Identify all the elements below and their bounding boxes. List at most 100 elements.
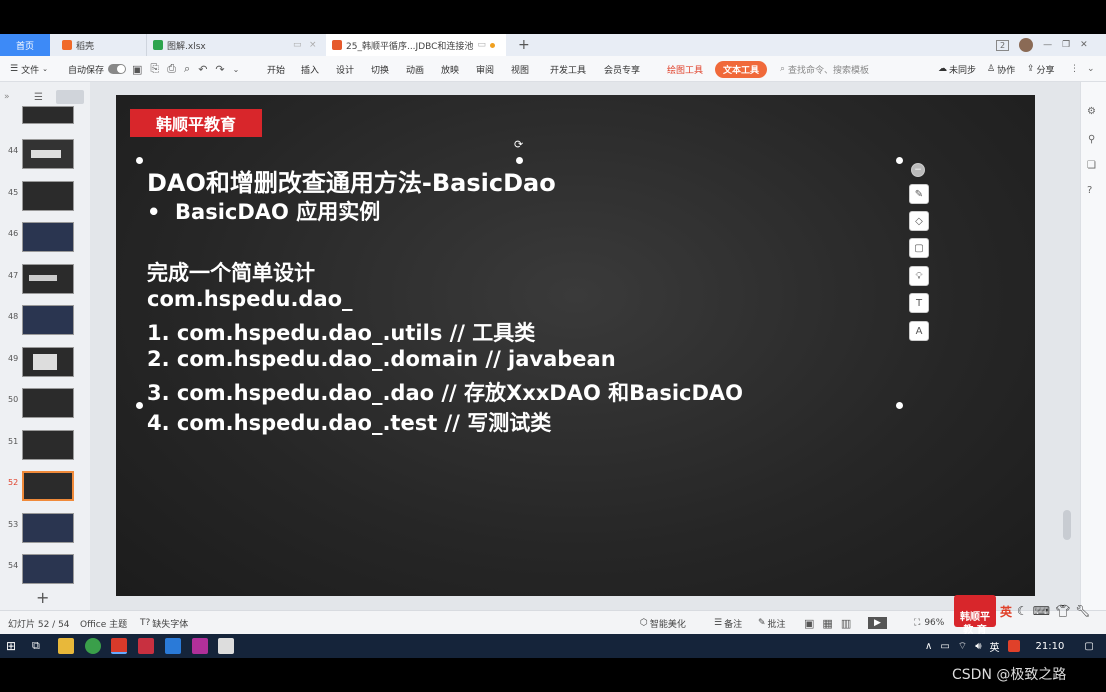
- menu-review[interactable]: 审阅: [476, 56, 494, 82]
- thumbnail-view-icon[interactable]: [56, 90, 84, 104]
- tab-presentation[interactable]: 25_韩顺平循序...JDBC和连接池 ▭: [326, 34, 506, 56]
- resize-handle[interactable]: [136, 402, 143, 409]
- undo-icon[interactable]: ↶: [198, 63, 207, 76]
- theme-name[interactable]: Office 主题: [80, 611, 127, 635]
- ime-indicator[interactable]: 英: [990, 639, 1000, 654]
- new-tab-button[interactable]: +: [512, 34, 530, 56]
- avatar[interactable]: [1019, 38, 1034, 52]
- volume-icon[interactable]: 🔊︎: [975, 641, 981, 652]
- network-icon[interactable]: ▭: [940, 641, 949, 652]
- resize-handle[interactable]: [896, 402, 903, 409]
- share-button[interactable]: ⇪ 分享: [1027, 56, 1055, 82]
- ime-language[interactable]: 英: [1000, 603, 1012, 620]
- menu-design[interactable]: 设计: [336, 56, 354, 82]
- menu-slideshow[interactable]: 放映: [441, 56, 459, 82]
- slide-thumbnail-49[interactable]: [22, 347, 74, 377]
- pin-icon[interactable]: ⚲: [1088, 134, 1095, 145]
- slide-thumbnail-51[interactable]: [22, 430, 74, 460]
- slide-thumbnail-48[interactable]: [22, 305, 74, 335]
- tab-home[interactable]: 首页: [0, 34, 50, 56]
- wps-icon[interactable]: [111, 638, 127, 654]
- close-tab-icon[interactable]: ×: [309, 40, 317, 50]
- chrome-icon[interactable]: [85, 638, 101, 654]
- menu-view[interactable]: 视图: [511, 56, 529, 82]
- missing-font-button[interactable]: T? 缺失字体: [140, 611, 188, 635]
- keyboard-icon[interactable]: ⌨: [1033, 604, 1050, 618]
- notes-button[interactable]: ☰ 备注: [714, 611, 742, 635]
- slide-thumbnail-44[interactable]: [22, 139, 74, 169]
- add-slide-button[interactable]: +: [36, 588, 49, 607]
- print-icon[interactable]: ⎙: [167, 62, 176, 76]
- autosave-toggle[interactable]: 自动保存: [68, 56, 127, 82]
- collapse-float-icon[interactable]: −: [911, 163, 925, 177]
- settings-sliders-icon[interactable]: ⚙: [1087, 106, 1096, 117]
- redo-icon[interactable]: ↷: [215, 63, 224, 76]
- menu-devtools[interactable]: 开发工具: [550, 56, 586, 82]
- slide-thumbnail-53[interactable]: [22, 513, 74, 543]
- wifi-icon[interactable]: ⌔: [958, 640, 967, 653]
- resize-handle[interactable]: [136, 157, 143, 164]
- beautify-button[interactable]: ⬡ 智能美化: [640, 611, 686, 635]
- file-menu[interactable]: ☰ 文件 ⌄: [10, 56, 48, 82]
- file-explorer-icon[interactable]: [58, 638, 74, 654]
- chat-icon[interactable]: ▭: [293, 40, 302, 50]
- slide-thumbnail-46[interactable]: [22, 222, 74, 252]
- zoom-control[interactable]: ⛶ 96%: [914, 611, 944, 635]
- chat-icon[interactable]: ▭: [477, 40, 486, 50]
- slides-panel-icon[interactable]: ❏: [1087, 160, 1096, 171]
- app-blue-icon[interactable]: [165, 638, 181, 654]
- minimize-icon[interactable]: —: [1043, 40, 1052, 50]
- moon-icon[interactable]: ☾: [1017, 604, 1028, 618]
- slide-thumbnail-54[interactable]: [22, 554, 74, 584]
- menu-start[interactable]: 开始: [267, 56, 285, 82]
- window-count-badge[interactable]: 2: [996, 39, 1010, 51]
- sorter-view-icon[interactable]: ▦: [822, 617, 832, 630]
- more-vertical-icon[interactable]: ⋮: [1070, 64, 1079, 74]
- resize-handle[interactable]: [896, 157, 903, 164]
- outline-view-icon[interactable]: ☰: [34, 92, 43, 103]
- more-icon[interactable]: ⌄: [233, 65, 240, 74]
- tray-expand-icon[interactable]: ∧: [925, 641, 932, 652]
- sync-status[interactable]: ☁ 未同步: [938, 56, 976, 82]
- slide-thumbnail-45[interactable]: [22, 181, 74, 211]
- rotate-handle-icon[interactable]: ⟳: [514, 138, 523, 151]
- slide-thumbnail-47[interactable]: [22, 264, 74, 294]
- normal-view-icon[interactable]: ▣: [804, 617, 814, 630]
- xmind-icon[interactable]: [138, 638, 154, 654]
- save-icon[interactable]: ▣: [132, 63, 142, 76]
- menu-member[interactable]: 会员专享: [604, 56, 640, 82]
- menu-transition[interactable]: 切换: [371, 56, 389, 82]
- slide[interactable]: 韩顺平教育 DAO和增删改查通用方法-BasicDao • BasicDAO 应…: [116, 95, 1035, 596]
- export-icon[interactable]: ⎘: [150, 62, 159, 76]
- collapse-ribbon-icon[interactable]: ⌄: [1087, 64, 1095, 74]
- tab-spreadsheet[interactable]: 图解.xlsx ▭ ×: [146, 34, 322, 56]
- help-icon[interactable]: ?: [1087, 185, 1092, 196]
- reading-view-icon[interactable]: ▥: [841, 617, 851, 630]
- menu-draw-tools[interactable]: 绘图工具: [667, 56, 703, 82]
- play-button[interactable]: ▶: [868, 611, 887, 635]
- menu-animation[interactable]: 动画: [406, 56, 424, 82]
- slide-thumbnail-50[interactable]: [22, 388, 74, 418]
- sogou-icon[interactable]: [1007, 640, 1020, 652]
- comments-button[interactable]: ✎ 批注: [758, 611, 786, 635]
- wrench-icon[interactable]: 🔧︎: [1075, 604, 1090, 618]
- text-box-icon[interactable]: T: [909, 293, 929, 313]
- slide-thumbnail-partial[interactable]: [22, 106, 74, 124]
- fill-icon[interactable]: ◇: [909, 211, 929, 231]
- border-icon[interactable]: ▢: [909, 238, 929, 258]
- shirt-icon[interactable]: 👕︎: [1055, 604, 1070, 618]
- bulb-icon[interactable]: 💡︎: [909, 266, 929, 286]
- resize-handle[interactable]: [516, 157, 523, 164]
- vertical-scrollbar[interactable]: [1063, 510, 1071, 540]
- slide-thumbnail-52[interactable]: [22, 471, 74, 501]
- task-view-icon[interactable]: ⧉: [32, 639, 40, 653]
- tab-docer[interactable]: 稻壳: [56, 34, 144, 56]
- restore-icon[interactable]: ❐: [1062, 40, 1070, 50]
- text-style-icon[interactable]: A: [909, 321, 929, 341]
- preview-icon[interactable]: ⌕: [184, 62, 190, 76]
- command-search[interactable]: ⌕ 查找命令、搜索模板: [780, 56, 869, 82]
- menu-text-tools[interactable]: 文本工具: [715, 56, 768, 82]
- collab-button[interactable]: ♙ 协作: [987, 56, 1015, 82]
- collapse-pane-icon[interactable]: »: [4, 92, 10, 102]
- close-window-icon[interactable]: ✕: [1080, 40, 1088, 50]
